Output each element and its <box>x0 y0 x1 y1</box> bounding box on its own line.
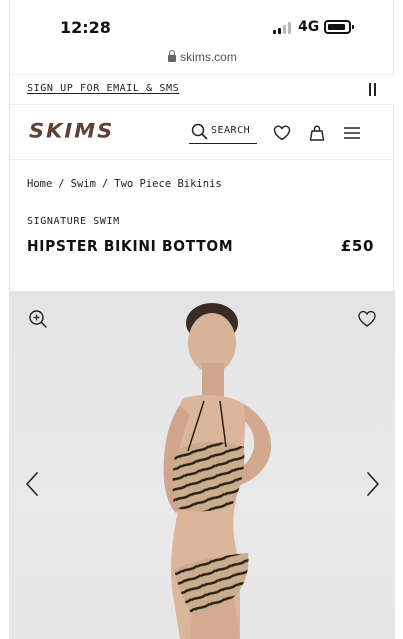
product-collection: SIGNATURE SWIM <box>27 216 120 227</box>
battery-icon <box>324 20 354 34</box>
email-sms-signup-link[interactable]: SIGN UP FOR EMAIL & SMS <box>27 83 179 94</box>
breadcrumb: Home / Swim / Two Piece Bikinis <box>27 178 222 190</box>
product-title: HIPSTER BIKINI BOTTOM <box>27 237 234 255</box>
chevron-left-icon[interactable] <box>24 471 40 497</box>
breadcrumb-item-home[interactable]: Home <box>27 178 52 190</box>
search-button[interactable]: SEARCH <box>189 122 257 144</box>
breadcrumb-separator: / <box>58 178 65 190</box>
url-text: skims.com <box>180 50 237 64</box>
product-image-gallery[interactable] <box>10 291 395 639</box>
site-header: SKIMS SEARCH <box>10 104 395 160</box>
wishlist-heart-icon[interactable] <box>273 124 291 142</box>
cellular-signal-icon <box>273 22 291 34</box>
product-price: £50 <box>340 237 374 255</box>
status-time: 12:28 <box>60 18 111 37</box>
hamburger-menu-icon[interactable] <box>343 124 361 142</box>
product-model-image <box>163 303 272 639</box>
shopping-bag-icon[interactable] <box>308 124 326 142</box>
heart-icon[interactable] <box>357 309 377 329</box>
status-bar: 12:28 4G <box>10 0 395 50</box>
search-label: SEARCH <box>211 125 251 136</box>
zoom-in-icon[interactable] <box>28 309 48 329</box>
promo-banner: SIGN UP FOR EMAIL & SMS <box>10 74 395 104</box>
breadcrumb-separator: / <box>101 178 109 190</box>
breadcrumb-item-swim[interactable]: Swim <box>71 178 96 190</box>
pause-icon[interactable] <box>368 83 377 96</box>
app-frame: 12:28 4G skims.com SIGN UP FOR EMAIL & S… <box>9 0 395 639</box>
address-bar[interactable]: skims.com <box>10 50 395 74</box>
network-type: 4G <box>298 19 320 35</box>
search-icon <box>191 123 208 140</box>
breadcrumb-item-two-piece-bikinis[interactable]: Two Piece Bikinis <box>114 178 221 190</box>
brand-logo[interactable]: SKIMS <box>29 120 114 142</box>
lock-icon <box>168 50 177 62</box>
chevron-right-icon[interactable] <box>365 471 381 497</box>
